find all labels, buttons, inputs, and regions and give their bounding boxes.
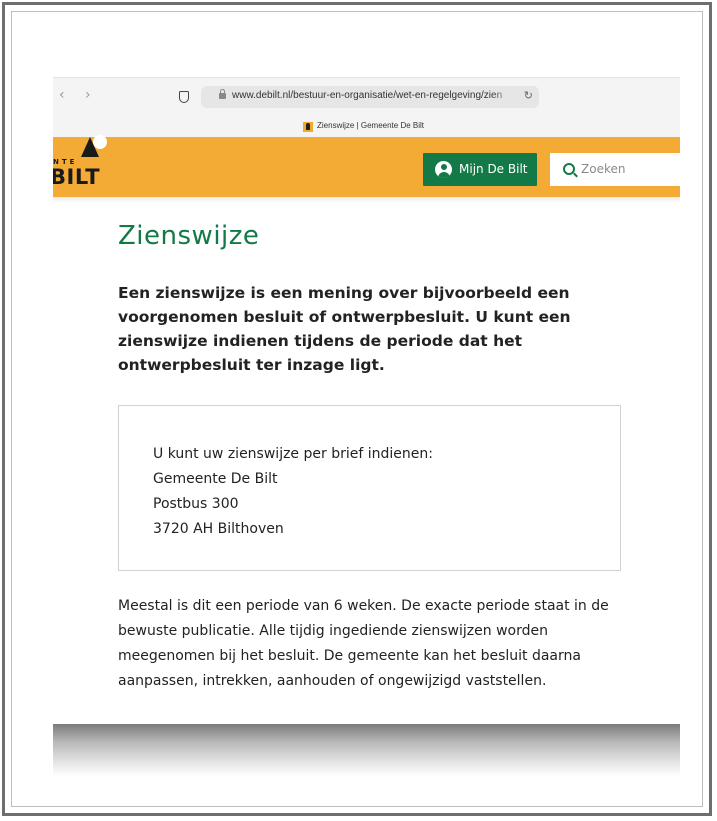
address-line-city: 3720 AH Bilthoven [153, 521, 284, 537]
address-bar[interactable]: www.debilt.nl/bestuur-en-organisatie/wet… [201, 86, 539, 108]
logo-text: BILT [53, 165, 101, 189]
reload-icon[interactable]: ↻ [524, 89, 533, 102]
tab-bar: Zienswijze | Gemeente De Bilt [53, 117, 680, 138]
url-text[interactable]: www.debilt.nl/bestuur-en-organisatie/wet… [232, 90, 502, 101]
address-line-postbus: Postbus 300 [153, 496, 239, 512]
header-shadow [53, 197, 680, 203]
lock-icon [219, 89, 226, 99]
page-title: Zienswijze [118, 221, 260, 251]
search-box[interactable] [550, 153, 680, 186]
site-header: NTE BILT Mijn De Bilt [53, 135, 680, 197]
logo-dot-icon [93, 135, 107, 149]
browser-window: ‹ › www.debilt.nl/bestuur-en-organisatie… [53, 77, 680, 767]
url-fade [491, 88, 517, 106]
address-box: U kunt uw zienswijze per brief indienen:… [118, 405, 621, 571]
address-line-name: Gemeente De Bilt [153, 471, 278, 487]
forward-icon[interactable]: › [85, 87, 91, 103]
back-icon[interactable]: ‹ [59, 87, 65, 103]
favicon-icon [303, 122, 313, 132]
outro-text: Meestal is dit een periode van 6 weken. … [118, 598, 609, 689]
mijn-de-bilt-button[interactable]: Mijn De Bilt [423, 153, 537, 186]
search-icon[interactable] [563, 163, 575, 175]
shield-icon[interactable] [179, 91, 189, 103]
mijn-de-bilt-label: Mijn De Bilt [459, 162, 528, 176]
address-intro-line: U kunt uw zienswijze per brief indienen: [153, 446, 433, 462]
bottom-shadow [53, 724, 680, 776]
browser-toolbar: ‹ › www.debilt.nl/bestuur-en-organisatie… [53, 77, 680, 118]
intro-text: Een zienswijze is een mening over bijvoo… [118, 284, 571, 374]
search-input[interactable] [581, 159, 680, 179]
tab-title[interactable]: Zienswijze | Gemeente De Bilt [317, 121, 424, 130]
user-icon [435, 161, 452, 178]
